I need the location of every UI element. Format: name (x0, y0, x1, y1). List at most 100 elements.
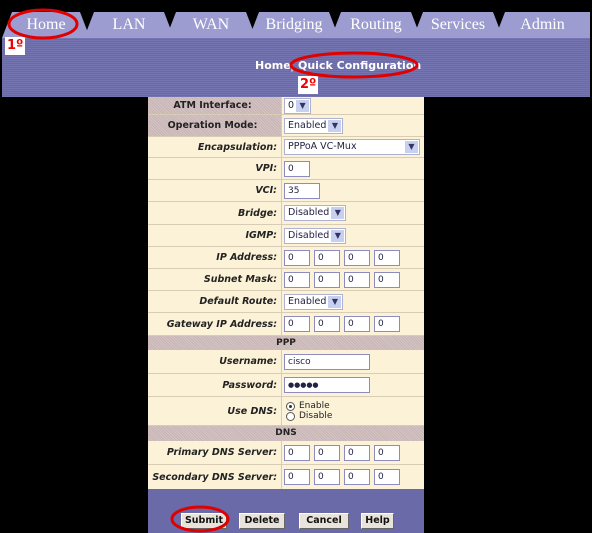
operation-mode-select[interactable]: Enabled ▼ (284, 117, 344, 134)
igmp-select[interactable]: Disabled ▼ (284, 227, 347, 244)
primary-dns-label: Primary DNS Server: (148, 441, 282, 464)
secondary-dns-octet-1[interactable]: 0 (284, 469, 310, 485)
ppp-section-header: PPP (148, 336, 424, 350)
gateway-ip-octet-1[interactable]: 0 (284, 316, 310, 332)
bridge-label: Bridge: (148, 202, 282, 224)
radio-checked-icon[interactable] (286, 401, 295, 411)
vpi-input[interactable]: 0 (284, 160, 310, 177)
primary-dns-octet-4[interactable]: 0 (374, 444, 400, 461)
chevron-down-icon: ▼ (331, 207, 345, 219)
row-username: Username: cisco (148, 350, 424, 374)
subnet-mask-label: Subnet Mask: (148, 269, 282, 290)
row-encapsulation: Encapsulation: PPPoA VC-Mux ▼ (148, 137, 424, 158)
tab-admin[interactable]: Admin (495, 12, 590, 38)
igmp-label: IGMP: (148, 225, 282, 246)
chevron-down-icon: ▼ (331, 229, 345, 242)
breadcrumb-current[interactable]: Quick Configuration (298, 59, 421, 72)
atm-interface-value: 0 (288, 99, 295, 111)
use-dns-label: Use DNS: (148, 397, 282, 425)
subnet-mask-octet-4[interactable]: 0 (374, 271, 400, 288)
subnet-mask-octet-3[interactable]: 0 (344, 271, 370, 288)
tab-bridging[interactable]: Bridging (249, 12, 339, 38)
subnet-mask-octet-2[interactable]: 0 (314, 271, 340, 288)
encapsulation-label: Encapsulation: (148, 137, 282, 157)
gateway-ip-octet-4[interactable]: 0 (374, 316, 400, 332)
row-igmp: IGMP: Disabled ▼ (148, 225, 424, 247)
ip-address-octet-2[interactable]: 0 (314, 249, 340, 266)
tab-wan[interactable]: WAN (166, 12, 256, 38)
gateway-ip-octet-2[interactable]: 0 (314, 316, 340, 332)
chevron-down-icon: ▼ (328, 295, 342, 308)
row-atm-interface: ATM Interface: 0 ▼ (148, 97, 424, 115)
row-subnet-mask: Subnet Mask: 0 0 0 0 (148, 269, 424, 291)
vpi-label: VPI: (148, 158, 282, 179)
password-label: Password: (148, 374, 282, 396)
encapsulation-select[interactable]: PPPoA VC-Mux ▼ (284, 139, 420, 155)
row-bridge: Bridge: Disabled ▼ (148, 202, 424, 225)
igmp-value: Disabled (288, 229, 330, 241)
ip-address-label: IP Address: (148, 247, 282, 268)
encapsulation-value: PPPoA VC-Mux (288, 141, 357, 152)
username-input[interactable]: cisco (284, 353, 370, 370)
bridge-value: Disabled (288, 207, 330, 218)
row-password: Password: ●●●●● (148, 374, 424, 397)
primary-dns-octet-3[interactable]: 0 (344, 444, 370, 461)
tab-lan[interactable]: LAN (84, 12, 174, 38)
secondary-dns-octet-4[interactable]: 0 (374, 469, 400, 485)
primary-dns-octet-1[interactable]: 0 (284, 444, 310, 461)
step-2-marker: 2º (298, 76, 319, 94)
row-vpi: VPI: 0 (148, 158, 424, 180)
row-use-dns: Use DNS: Enable Disable (148, 397, 424, 426)
button-bar: Submit Delete Cancel Help (148, 489, 424, 533)
tab-routing[interactable]: Routing (331, 12, 421, 38)
primary-dns-octet-2[interactable]: 0 (314, 444, 340, 461)
gateway-ip-octet-3[interactable]: 0 (344, 316, 370, 332)
row-vci: VCI: 35 (148, 180, 424, 202)
default-route-value: Enabled (288, 295, 327, 307)
delete-button[interactable]: Delete (239, 513, 285, 529)
use-dns-enable[interactable]: Enable (286, 401, 332, 411)
default-route-label: Default Route: (148, 291, 282, 312)
secondary-dns-octet-3[interactable]: 0 (344, 469, 370, 485)
secondary-dns-octet-2[interactable]: 0 (314, 469, 340, 485)
use-dns-disable[interactable]: Disable (286, 411, 332, 421)
vci-input[interactable]: 35 (284, 182, 320, 199)
row-secondary-dns: Secondary DNS Server: 0 0 0 0 (148, 465, 424, 489)
ip-address-octet-3[interactable]: 0 (344, 249, 370, 266)
atm-interface-select[interactable]: 0 ▼ (284, 97, 312, 114)
enable-label: Enable (299, 401, 330, 411)
submit-button[interactable]: Submit (181, 513, 227, 529)
vci-label: VCI: (148, 180, 282, 201)
row-ip-address: IP Address: 0 0 0 0 (148, 247, 424, 269)
secondary-dns-label: Secondary DNS Server: (148, 465, 282, 489)
use-dns-radio-group: Enable Disable (286, 401, 332, 421)
default-route-select[interactable]: Enabled ▼ (284, 293, 344, 310)
atm-interface-label: ATM Interface: (148, 97, 282, 114)
row-operation-mode: Operation Mode: Enabled ▼ (148, 115, 424, 137)
operation-mode-label: Operation Mode: (148, 115, 282, 136)
step-1-marker: 1º (5, 37, 26, 55)
ip-address-octet-4[interactable]: 0 (374, 249, 400, 266)
cancel-button[interactable]: Cancel (299, 513, 349, 529)
breadcrumb-separator: | (290, 59, 295, 72)
header-band (2, 38, 590, 97)
subnet-mask-octet-1[interactable]: 0 (284, 271, 310, 288)
operation-mode-value: Enabled (288, 119, 327, 131)
dns-section-header: DNS (148, 426, 424, 441)
tab-home[interactable]: Home (2, 12, 90, 38)
password-input[interactable]: ●●●●● (284, 377, 370, 393)
disable-label: Disable (299, 411, 333, 421)
help-button[interactable]: Help (361, 513, 394, 529)
chevron-down-icon: ▼ (328, 119, 342, 132)
radio-unchecked-icon[interactable] (286, 411, 295, 421)
chevron-down-icon: ▼ (405, 141, 418, 153)
row-gateway-ip: Gateway IP Address: 0 0 0 0 (148, 313, 424, 336)
breadcrumb-home[interactable]: Home (255, 59, 291, 72)
ip-address-octet-1[interactable]: 0 (284, 249, 310, 266)
quick-config-form: ATM Interface: 0 ▼ Operation Mode: Enable… (148, 97, 424, 533)
tab-bar: Home LAN WAN Bridging Routing Services A… (2, 12, 590, 38)
chevron-down-icon: ▼ (296, 99, 310, 112)
bridge-select[interactable]: Disabled ▼ (284, 205, 347, 221)
tab-services[interactable]: Services (413, 12, 503, 38)
gateway-ip-label: Gateway IP Address: (148, 313, 282, 335)
